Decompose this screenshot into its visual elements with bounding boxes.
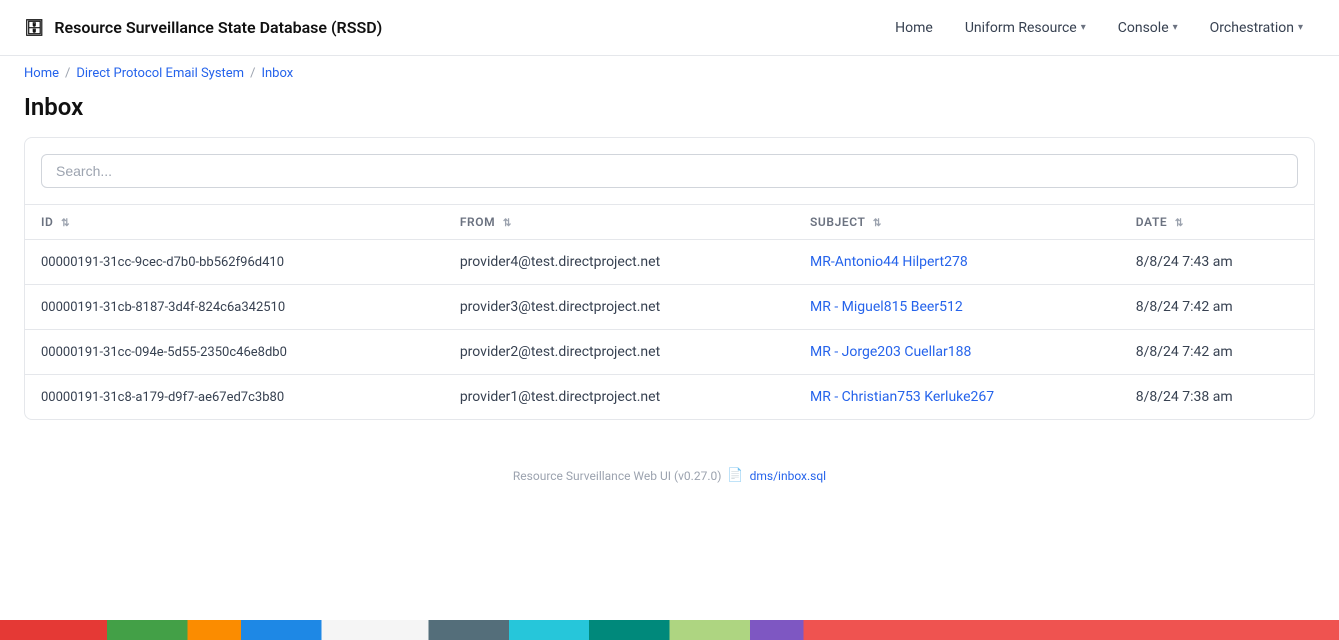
cell-id: 00000191-31cb-8187-3d4f-824c6a342510 bbox=[25, 285, 444, 330]
cell-subject: MR - Jorge203 Cuellar188 bbox=[794, 330, 1120, 375]
nav-links: Home Uniform Resource ▾ Console ▾ Orches… bbox=[883, 12, 1315, 44]
table-body: 00000191-31cc-9cec-d7b0-bb562f96d410prov… bbox=[25, 240, 1314, 420]
breadcrumb: Home / Direct Protocol Email System / In… bbox=[0, 56, 1339, 81]
subject-link[interactable]: MR - Christian753 Kerluke267 bbox=[810, 389, 994, 405]
brand-title: Resource Surveillance State Database (RS… bbox=[54, 18, 382, 37]
col-header-date[interactable]: DATE ⇅ bbox=[1120, 205, 1314, 240]
id-sort-icon: ⇅ bbox=[61, 218, 70, 229]
main-content: ID ⇅ FROM ⇅ SUBJECT ⇅ DATE ⇅ bbox=[0, 137, 1339, 444]
breadcrumb-sep-2: / bbox=[250, 66, 255, 81]
nav-console[interactable]: Console ▾ bbox=[1106, 12, 1190, 44]
subject-sort-icon: ⇅ bbox=[873, 218, 882, 229]
cell-date: 8/8/24 7:43 am bbox=[1120, 240, 1314, 285]
uniform-resource-chevron-icon: ▾ bbox=[1081, 22, 1086, 33]
cell-id: 00000191-31cc-9cec-d7b0-bb562f96d410 bbox=[25, 240, 444, 285]
cell-from: provider1@test.directproject.net bbox=[444, 375, 794, 420]
cell-subject: MR - Christian753 Kerluke267 bbox=[794, 375, 1120, 420]
cell-from: provider3@test.directproject.net bbox=[444, 285, 794, 330]
orchestration-chevron-icon: ▾ bbox=[1298, 22, 1303, 33]
table-row: 00000191-31cc-9cec-d7b0-bb562f96d410prov… bbox=[25, 240, 1314, 285]
cell-subject: MR - Miguel815 Beer512 bbox=[794, 285, 1120, 330]
brand-icon: 🗄 bbox=[24, 18, 44, 37]
cell-date: 8/8/24 7:42 am bbox=[1120, 330, 1314, 375]
from-sort-icon: ⇅ bbox=[503, 218, 512, 229]
footer-link[interactable]: dms/inbox.sql bbox=[750, 469, 827, 483]
date-sort-icon: ⇅ bbox=[1175, 218, 1184, 229]
file-icon: 📄 bbox=[727, 468, 743, 483]
table-head: ID ⇅ FROM ⇅ SUBJECT ⇅ DATE ⇅ bbox=[25, 205, 1314, 240]
breadcrumb-current: Inbox bbox=[261, 66, 293, 81]
table-row: 00000191-31c8-a179-d9f7-ae67ed7c3b80prov… bbox=[25, 375, 1314, 420]
nav-home[interactable]: Home bbox=[883, 12, 945, 44]
search-input[interactable] bbox=[41, 154, 1298, 188]
page-title: Inbox bbox=[0, 81, 1339, 137]
footer: Resource Surveillance Web UI (v0.27.0) 📄… bbox=[0, 444, 1339, 499]
inbox-table-container: ID ⇅ FROM ⇅ SUBJECT ⇅ DATE ⇅ bbox=[24, 137, 1315, 420]
nav-uniform-resource[interactable]: Uniform Resource ▾ bbox=[953, 12, 1098, 44]
footer-label: Resource Surveillance Web UI (v0.27.0) bbox=[513, 469, 722, 483]
brand: 🗄 Resource Surveillance State Database (… bbox=[24, 18, 382, 37]
cell-date: 8/8/24 7:38 am bbox=[1120, 375, 1314, 420]
cell-from: provider2@test.directproject.net bbox=[444, 330, 794, 375]
table-row: 00000191-31cc-094e-5d55-2350c46e8db0prov… bbox=[25, 330, 1314, 375]
table-header-row: ID ⇅ FROM ⇅ SUBJECT ⇅ DATE ⇅ bbox=[25, 205, 1314, 240]
cell-id: 00000191-31c8-a179-d9f7-ae67ed7c3b80 bbox=[25, 375, 444, 420]
breadcrumb-home[interactable]: Home bbox=[24, 66, 59, 81]
cell-from: provider4@test.directproject.net bbox=[444, 240, 794, 285]
nav-orchestration[interactable]: Orchestration ▾ bbox=[1198, 12, 1315, 44]
inbox-table: ID ⇅ FROM ⇅ SUBJECT ⇅ DATE ⇅ bbox=[25, 204, 1314, 419]
table-row: 00000191-31cb-8187-3d4f-824c6a342510prov… bbox=[25, 285, 1314, 330]
cell-date: 8/8/24 7:42 am bbox=[1120, 285, 1314, 330]
col-header-from[interactable]: FROM ⇅ bbox=[444, 205, 794, 240]
search-bar bbox=[25, 138, 1314, 204]
col-header-id[interactable]: ID ⇅ bbox=[25, 205, 444, 240]
subject-link[interactable]: MR - Jorge203 Cuellar188 bbox=[810, 344, 971, 360]
col-header-subject[interactable]: SUBJECT ⇅ bbox=[794, 205, 1120, 240]
cell-subject: MR-Antonio44 Hilpert278 bbox=[794, 240, 1120, 285]
breadcrumb-direct-protocol[interactable]: Direct Protocol Email System bbox=[76, 66, 244, 81]
cell-id: 00000191-31cc-094e-5d55-2350c46e8db0 bbox=[25, 330, 444, 375]
console-chevron-icon: ▾ bbox=[1173, 22, 1178, 33]
browser-bar bbox=[0, 620, 1339, 640]
breadcrumb-sep-1: / bbox=[65, 66, 70, 81]
subject-link[interactable]: MR-Antonio44 Hilpert278 bbox=[810, 254, 968, 270]
subject-link[interactable]: MR - Miguel815 Beer512 bbox=[810, 299, 963, 315]
navbar: 🗄 Resource Surveillance State Database (… bbox=[0, 0, 1339, 56]
